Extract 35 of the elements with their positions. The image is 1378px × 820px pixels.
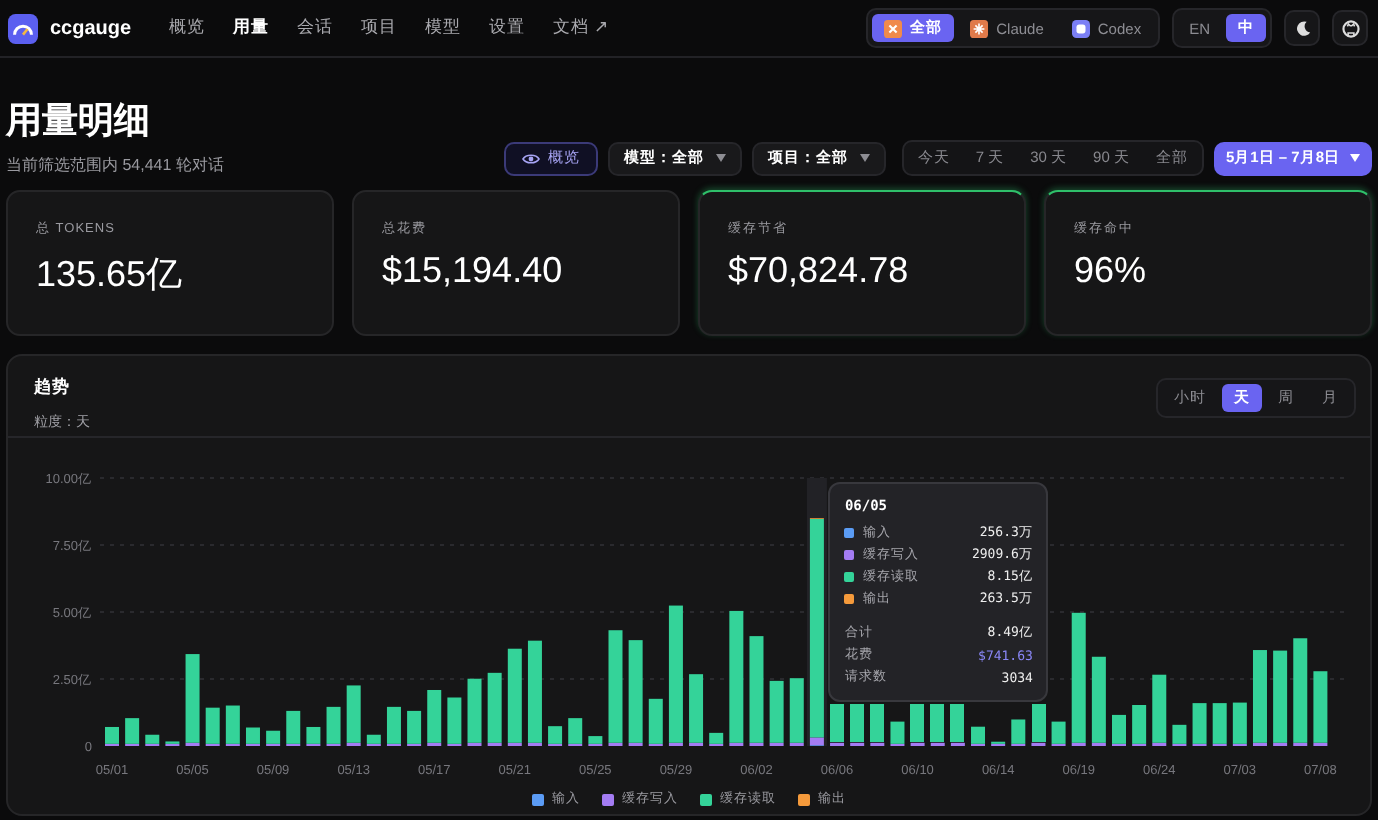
nav-link[interactable]: 设置 [475, 10, 540, 46]
stat-value: $70,824.78 [728, 250, 911, 292]
caret-icon [1350, 154, 1360, 162]
panel-title: 趋势 [34, 376, 72, 400]
legend-swatch [798, 793, 810, 805]
partial-bar [950, 704, 965, 743]
nav-link[interactable]: 用量 [219, 10, 284, 46]
brand-name: ccgauge [50, 17, 132, 39]
stat-value: 135.65亿 [36, 252, 185, 298]
moon-icon [1293, 19, 1311, 37]
legend-swatch [602, 793, 614, 805]
caret-icon [715, 154, 726, 162]
caret-icon [859, 154, 870, 162]
eye-icon [521, 151, 540, 165]
gauge-icon [8, 13, 38, 43]
theme-button[interactable] [1284, 10, 1320, 46]
chat-icon [1071, 19, 1090, 37]
partial-bar [930, 704, 945, 743]
partial-bar [850, 704, 865, 743]
nav-link[interactable]: 会话 [283, 10, 348, 46]
nav-link[interactable]: 模型 [411, 10, 476, 46]
page-title: 用量明细 [6, 98, 152, 144]
legend-swatch [700, 793, 712, 805]
nav-link[interactable]: 概览 [155, 10, 220, 46]
legend-swatch [532, 793, 544, 805]
partial-bar [1031, 704, 1046, 743]
partial-bar [870, 704, 885, 743]
github-button[interactable] [1332, 10, 1368, 46]
partial-bar [910, 704, 925, 743]
nav-link[interactable]: 项目 [347, 10, 412, 46]
partial-bar [830, 704, 845, 743]
stat-value: 96% [1074, 250, 1149, 292]
nav-link[interactable]: 文档 ↗ [539, 10, 623, 46]
page-subtitle: 当前筛选范围内 54,441 轮对话 [6, 154, 224, 176]
stat-value: $15,194.40 [382, 250, 565, 292]
